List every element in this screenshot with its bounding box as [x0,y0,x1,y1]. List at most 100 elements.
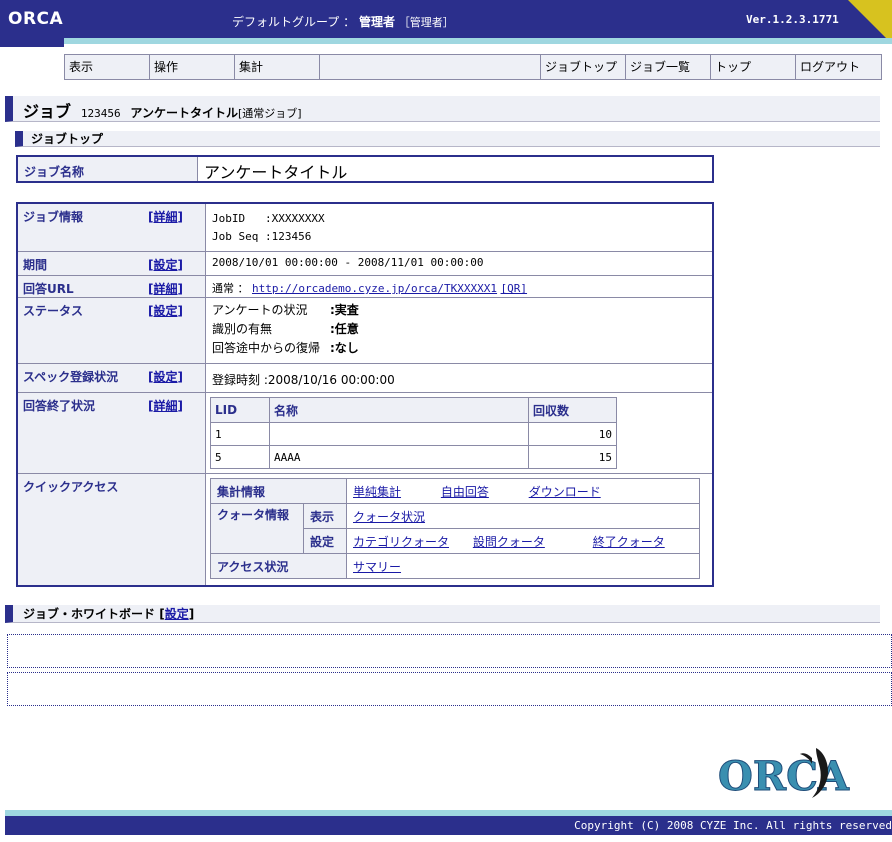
job-name-box: ジョブ名称 アンケートタイトル [16,155,714,183]
app-logo[interactable]: ORCA [8,9,63,29]
orca-logo-text: ORCA [718,753,850,800]
whiteboard-set-link[interactable]: [設定] [159,607,194,621]
job-id-line: JobID :XXXXXXXX [212,212,325,225]
nav-item-job-list[interactable]: ジョブ一覧 [626,55,711,79]
quick-access-value: 集計情報 単純集計 自由回答 ダウンロード クォータ情報 表示 クォータ状況 設… [206,474,704,585]
status-set-anchor[interactable]: 設定 [153,304,177,318]
status-key: 識別の有無 [212,322,273,336]
qa-quota-head: クォータ情報 [210,503,304,554]
answer-url-value: 通常 ： http://orcademo.cyze.jp/orca/TKXXXX… [206,276,533,297]
nav-item-top[interactable]: トップ [711,55,796,79]
orca-logo-icon: ORCA [718,748,850,801]
qr-link[interactable]: [QR] [501,282,528,295]
qa-row-aggregate: 集計情報 単純集計 自由回答 ダウンロード [210,478,700,504]
qa-quota-set-links: カテゴリクォータ 設問クォータ 終了クォータ [346,528,700,554]
spec-set-anchor[interactable]: 設定 [153,370,177,384]
answer-url-prefix: 通常 ： [212,282,249,295]
category-quota-link[interactable]: カテゴリクォータ [353,535,449,549]
status-set-link[interactable]: [設定] [148,302,183,319]
status-item: アンケートの状況:実査 [212,301,359,320]
group-name: デフォルトグループ ： [232,15,356,29]
quick-access-table: 集計情報 単純集計 自由回答 ダウンロード クォータ情報 表示 クォータ状況 設… [210,478,700,579]
qa-row-quota-view: クォータ情報 表示 クォータ状況 [210,503,700,554]
status-value: アンケートの状況:実査 識別の有無 :任意 回答途中からの復帰 :なし [206,298,365,363]
job-info-value: JobID :XXXXXXXX Job Seq :123456 [206,204,331,251]
finish-table: LID 名称 回収数 1 10 5 AAAA 15 [210,397,617,469]
download-link[interactable]: ダウンロード [529,485,601,499]
whiteboard-title: ジョブ・ホワイトボード [23,607,156,621]
nav-item-operation[interactable]: 操作 [150,55,235,79]
period-value: 2008/10/01 00:00:00 - 2008/11/01 00:00:0… [212,256,484,269]
answer-url-link[interactable]: http://orcademo.cyze.jp/orca/TKXXXXX1 [252,282,497,295]
answer-url-detail-anchor[interactable]: 詳細 [153,282,177,296]
whiteboard-area-1[interactable] [7,634,892,668]
status-key: 回答途中からの復帰 [212,341,321,355]
version-label: Ver.1.2.3.1771 [746,13,839,26]
job-info-label-cell: ジョブ情報 [詳細] [18,204,206,251]
job-info-label: ジョブ情報 [23,210,84,224]
table-header-row: LID 名称 回収数 [210,397,617,423]
job-info-table: ジョブ情報 [詳細] JobID :XXXXXXXX Job Seq :1234… [16,202,714,587]
quick-access-label-cell: クイックアクセス [18,474,206,585]
qa-row-access: アクセス状況 サマリー [210,553,700,579]
job-info-detail-link[interactable]: [詳細] [148,208,183,225]
status-item: 回答途中からの復帰 :なし [212,339,359,358]
whiteboard-set-anchor[interactable]: 設定 [165,607,189,621]
row-finish: 回答終了状況 [詳細] LID 名称 回収数 1 10 5 AAAA 15 [18,393,712,474]
status-item: 識別の有無 :任意 [212,320,359,339]
cell-name [269,422,529,446]
quick-access-label: クイックアクセス [23,480,119,494]
job-name-label: ジョブ名称 [18,157,198,181]
nav-item-logout[interactable]: ログアウト [796,55,881,79]
row-period: 期間 [設定] 2008/10/01 00:00:00 - 2008/11/01… [18,252,712,276]
spec-label: スペック登録状況 [23,370,119,384]
status-val: :任意 [330,322,359,336]
whiteboard-bar: ジョブ・ホワイトボード [設定] [5,605,880,623]
spec-value: 登録時刻 :2008/10/16 00:00:00 [212,373,395,387]
cell-count: 15 [528,445,617,469]
period-set-link[interactable]: [設定] [148,256,183,273]
row-status: ステータス [設定] アンケートの状況:実査 識別の有無 :任意 回答途中からの復… [18,298,712,364]
end-quota-link[interactable]: 終了クォータ [593,535,665,549]
status-val: :なし [330,341,359,355]
job-name-value: アンケートタイトル [204,163,348,182]
question-quota-link[interactable]: 設問クォータ [473,535,545,549]
cell-name: AAAA [269,445,529,469]
period-set-anchor[interactable]: 設定 [153,258,177,272]
status-val: :実査 [330,303,359,317]
job-title-bar: ジョブ 123456 アンケートタイトル[通常ジョブ] [5,96,880,122]
row-spec: スペック登録状況 [設定] 登録時刻 :2008/10/16 00:00:00 [18,364,712,393]
job-name: アンケートタイトル [130,106,238,120]
qa-quota-set-label: 設定 [303,528,347,554]
nav-item-aggregate[interactable]: 集計 [235,55,320,79]
finish-detail-anchor[interactable]: 詳細 [153,399,177,413]
spec-label-cell: スペック登録状況 [設定] [18,364,206,392]
answer-url-detail-link[interactable]: [詳細] [148,280,183,297]
nav-item-job-top[interactable]: ジョブトップ [541,55,626,79]
status-label: ステータス [23,304,84,318]
quota-status-link[interactable]: クォータ状況 [353,510,425,524]
finish-label-cell: 回答終了状況 [詳細] [18,393,206,473]
job-id: 123456 [80,107,121,120]
qa-aggregate-head: 集計情報 [210,478,347,504]
header-accent-block [0,44,64,47]
summary-link[interactable]: サマリー [353,560,401,574]
nav-item-view[interactable]: 表示 [65,55,150,79]
col-name: 名称 [269,397,529,423]
job-info-detail-anchor[interactable]: 詳細 [153,210,177,224]
finish-label: 回答終了状況 [23,399,96,413]
spec-set-link[interactable]: [設定] [148,368,183,385]
row-answer-url: 回答URL [詳細] 通常 ： http://orcademo.cyze.jp/… [18,276,712,298]
job-seq-line: Job Seq :123456 [212,230,312,243]
col-count: 回収数 [528,397,617,423]
qa-aggregate-links: 単純集計 自由回答 ダウンロード [346,478,700,504]
free-answer-link[interactable]: 自由回答 [441,485,489,499]
header-accent-line [64,38,892,44]
job-heading: ジョブ [23,102,72,121]
cell-count: 10 [528,422,617,446]
whiteboard-area-2[interactable] [7,672,892,706]
user-role: ［管理者］ [398,16,454,29]
cell-lid: 5 [210,445,270,469]
finish-detail-link[interactable]: [詳細] [148,397,183,414]
simple-aggregate-link[interactable]: 単純集計 [353,485,401,499]
